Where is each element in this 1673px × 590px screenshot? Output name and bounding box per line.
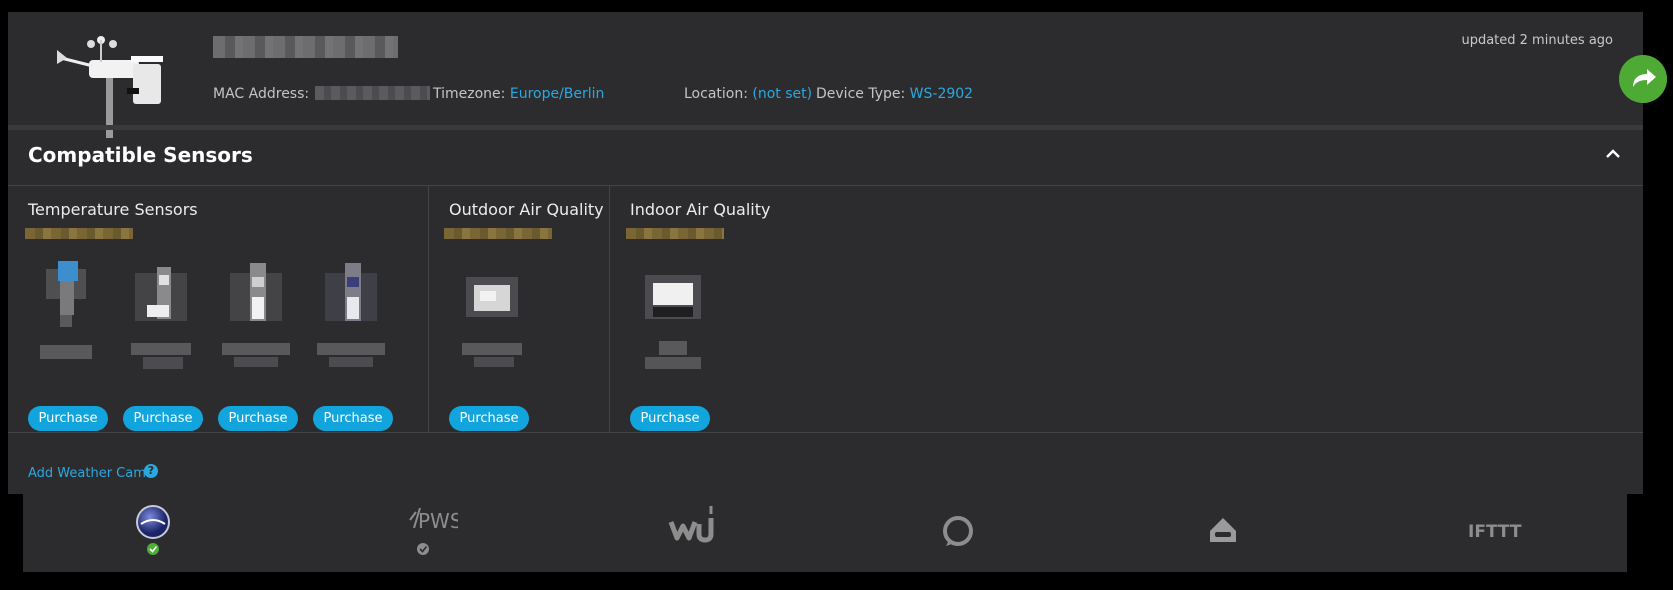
price-redacted: [25, 228, 133, 239]
service-google-home[interactable]: [1203, 494, 1243, 572]
purchase-button[interactable]: Purchase: [449, 406, 529, 431]
mac-address-redacted: [315, 86, 431, 100]
device-type-link[interactable]: WS-2902: [910, 86, 973, 102]
group-divider: [609, 186, 610, 432]
sensor-product-image: [40, 261, 92, 359]
station-card: updated 2 minutes ago MAC Address: Timez…: [8, 12, 1643, 494]
wunderground-icon: [668, 506, 714, 543]
service-wunderground[interactable]: [663, 494, 723, 572]
group-title-temperature: Temperature Sensors: [28, 200, 198, 219]
group-divider: [428, 186, 429, 432]
svg-text:PWS: PWS: [418, 509, 458, 533]
connected-check-icon: [147, 543, 159, 555]
section-title: Compatible Sensors: [28, 143, 253, 167]
pws-icon: PWS: [409, 507, 463, 555]
group-title-indoor-air: Indoor Air Quality: [630, 200, 771, 219]
updated-timestamp: updated 2 minutes ago: [1461, 33, 1613, 48]
sensor-product-image: [222, 263, 290, 367]
integrations-bar: PWS IFTTT: [23, 494, 1627, 572]
ambient-weather-icon: [136, 505, 170, 555]
mac-address-row: MAC Address:: [213, 86, 431, 102]
alexa-icon: [943, 516, 973, 546]
timezone-link[interactable]: Europe/Berlin: [510, 86, 605, 102]
service-pws[interactable]: PWS: [398, 494, 463, 572]
device-type-row: Device Type: WS-2902: [816, 86, 973, 102]
group-title-outdoor-air: Outdoor Air Quality: [449, 200, 604, 219]
purchase-button[interactable]: Purchase: [218, 406, 298, 431]
header-divider: [8, 125, 1643, 130]
station-name-redacted: [213, 36, 398, 58]
timezone-label: Timezone:: [433, 86, 506, 102]
purchase-button[interactable]: Purchase: [123, 406, 203, 431]
sensor-product-image: [317, 263, 385, 367]
purchase-button[interactable]: Purchase: [28, 406, 108, 431]
service-ambient[interactable]: [128, 494, 178, 572]
mac-address-label: MAC Address:: [213, 86, 310, 102]
air-quality-sensor-image: [462, 277, 522, 367]
section-divider: [8, 185, 1643, 186]
price-redacted: [626, 228, 724, 239]
location-row: Location: (not set): [684, 86, 812, 102]
add-weather-cam-link[interactable]: Add Weather Cam: [28, 466, 146, 481]
service-ifttt[interactable]: IFTTT: [1466, 494, 1526, 572]
device-type-label: Device Type:: [816, 86, 906, 102]
enabled-check-icon: [417, 543, 429, 555]
location-label: Location:: [684, 86, 748, 102]
sensor-product-image: [131, 267, 191, 369]
ifttt-icon: IFTTT: [1468, 522, 1522, 542]
purchase-button[interactable]: Purchase: [313, 406, 393, 431]
weather-station-image: [57, 36, 163, 138]
price-redacted: [444, 228, 552, 239]
svg-text:IFTTT: IFTTT: [1468, 522, 1522, 542]
footer-divider: [8, 432, 1643, 433]
service-alexa[interactable]: [938, 494, 978, 572]
purchase-button[interactable]: Purchase: [630, 406, 710, 431]
station-header: updated 2 minutes ago MAC Address: Timez…: [8, 12, 1643, 138]
chevron-up-icon[interactable]: [1603, 144, 1623, 164]
help-icon[interactable]: ?: [144, 464, 158, 478]
air-quality-sensor-image: [645, 275, 701, 369]
timezone-row: Timezone: Europe/Berlin: [433, 86, 604, 102]
share-button[interactable]: [1619, 55, 1667, 103]
location-link[interactable]: (not set): [752, 86, 812, 102]
google-home-icon: [1210, 518, 1236, 542]
